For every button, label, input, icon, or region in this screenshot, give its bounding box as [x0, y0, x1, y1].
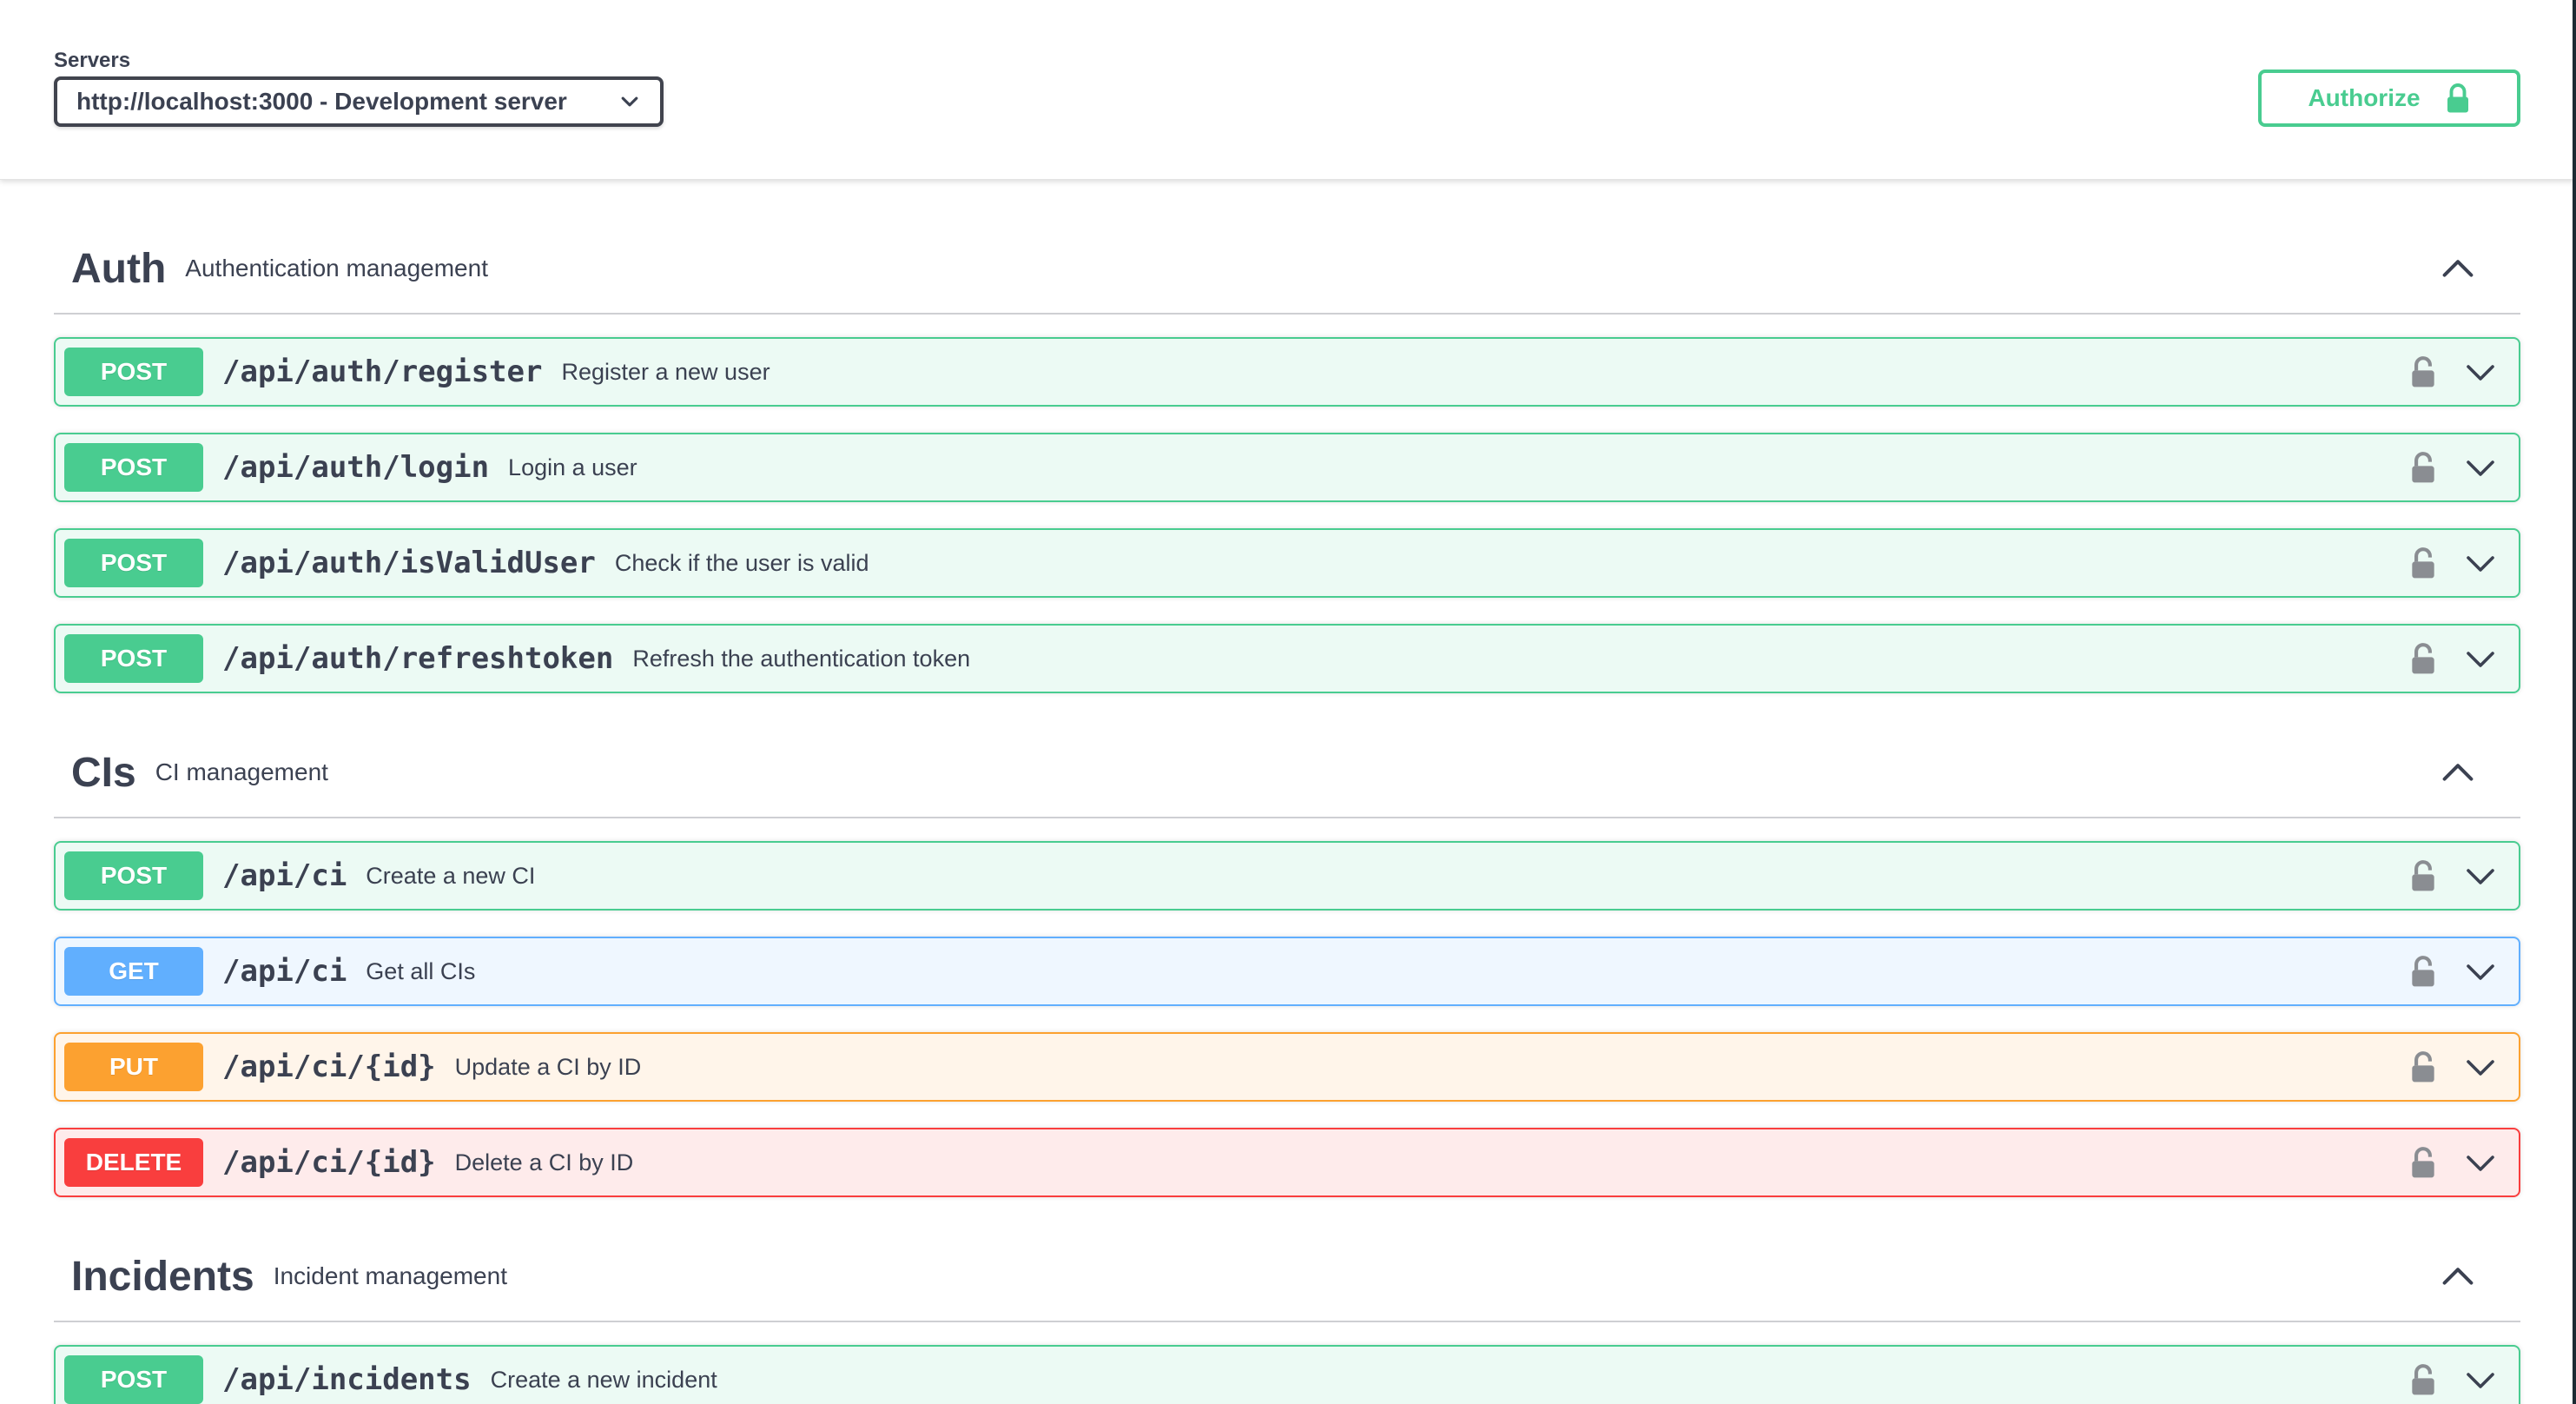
operation-summary: Refresh the authentication token	[632, 645, 971, 672]
operation-path: /api/auth/register	[222, 354, 543, 389]
lock-icon[interactable]	[2409, 546, 2437, 579]
tag-description: CI management	[155, 758, 328, 785]
lock-icon[interactable]	[2409, 1363, 2437, 1396]
chevron-up-icon[interactable]	[2439, 250, 2477, 288]
swagger-page: Servers http://localhost:3000 - Developm…	[0, 0, 2576, 1404]
tag-name: Auth	[71, 245, 167, 292]
operation-path: /api/auth/login	[222, 450, 490, 485]
lock-icon[interactable]	[2409, 642, 2437, 675]
operation-summary: Check if the user is valid	[614, 549, 869, 576]
operation-row[interactable]: POST/api/incidents Create a new incident	[54, 1345, 2520, 1404]
method-badge: POST	[64, 1355, 203, 1404]
lock-icon[interactable]	[2409, 1146, 2437, 1179]
method-badge: POST	[64, 348, 203, 396]
operation-path: /api/incidents	[222, 1362, 472, 1397]
method-badge: POST	[64, 634, 203, 683]
operation-row[interactable]: DELETE/api/ci/{id} Delete a CI by ID	[54, 1128, 2520, 1197]
operation-summary: Create a new incident	[490, 1366, 717, 1393]
operation-path: /api/auth/refreshtoken	[222, 641, 614, 676]
chevron-down-icon	[621, 96, 638, 107]
servers-bar: Servers http://localhost:3000 - Developm…	[0, 0, 2576, 180]
operation-summary: Update a CI by ID	[454, 1053, 642, 1080]
operation-row[interactable]: POST/api/auth/isValidUser Check if the us…	[54, 528, 2520, 598]
method-badge: POST	[64, 443, 203, 492]
operation-summary: Get all CIs	[366, 957, 476, 984]
tag-section-cis[interactable]: CIs CI management	[54, 728, 2520, 818]
method-badge: POST	[64, 539, 203, 587]
chevron-down-icon[interactable]	[2463, 1050, 2498, 1084]
operation-path: /api/ci/{id}	[222, 1145, 436, 1180]
tag-name: CIs	[71, 749, 136, 796]
method-badge: PUT	[64, 1043, 203, 1091]
operation-summary: Register a new user	[561, 358, 770, 385]
tag-description: Authentication management	[185, 255, 488, 281]
method-badge: POST	[64, 851, 203, 900]
operation-row[interactable]: GET/api/ci Get all CIs	[54, 937, 2520, 1006]
tag-description: Incident management	[273, 1262, 507, 1289]
chevron-up-icon[interactable]	[2439, 754, 2477, 792]
servers-label: Servers	[54, 49, 131, 72]
tag-name: Incidents	[71, 1253, 254, 1300]
chevron-down-icon[interactable]	[2463, 641, 2498, 676]
chevron-down-icon[interactable]	[2463, 954, 2498, 989]
authorize-button[interactable]: Authorize	[2258, 70, 2520, 127]
operation-row[interactable]: POST/api/ci Create a new CI	[54, 841, 2520, 911]
chevron-down-icon[interactable]	[2463, 1362, 2498, 1397]
chevron-down-icon[interactable]	[2463, 546, 2498, 580]
operation-row[interactable]: PUT/api/ci/{id} Update a CI by ID	[54, 1032, 2520, 1102]
operation-summary: Create a new CI	[366, 862, 536, 889]
lock-icon[interactable]	[2409, 1050, 2437, 1083]
operation-path: /api/ci	[222, 858, 347, 893]
operation-path: /api/ci/{id}	[222, 1050, 436, 1084]
authorize-label: Authorize	[2308, 84, 2421, 111]
chevron-up-icon[interactable]	[2439, 1258, 2477, 1296]
operation-summary: Delete a CI by ID	[454, 1149, 634, 1176]
lock-icon[interactable]	[2409, 955, 2437, 988]
operation-path: /api/auth/isValidUser	[222, 546, 596, 580]
operation-row[interactable]: POST/api/auth/register Register a new use…	[54, 337, 2520, 407]
lock-icon[interactable]	[2409, 859, 2437, 892]
operation-summary: Login a user	[508, 454, 637, 480]
operation-row[interactable]: POST/api/auth/login Login a user	[54, 433, 2520, 502]
window-edge	[2573, 0, 2576, 1404]
lock-icon	[2447, 83, 2468, 113]
method-badge: DELETE	[64, 1138, 203, 1187]
servers-select-value: http://localhost:3000 - Development serv…	[76, 88, 567, 115]
chevron-down-icon[interactable]	[2463, 354, 2498, 389]
chevron-down-icon[interactable]	[2463, 1145, 2498, 1180]
lock-icon[interactable]	[2409, 451, 2437, 484]
tag-section-auth[interactable]: Auth Authentication management	[54, 224, 2520, 315]
operation-path: /api/ci	[222, 954, 347, 989]
tag-section-incidents[interactable]: Incidents Incident management	[54, 1232, 2520, 1322]
chevron-down-icon[interactable]	[2463, 450, 2498, 485]
operation-row[interactable]: POST/api/auth/refreshtoken Refresh the au…	[54, 624, 2520, 693]
lock-icon[interactable]	[2409, 355, 2437, 388]
chevron-down-icon[interactable]	[2463, 858, 2498, 893]
method-badge: GET	[64, 947, 203, 996]
servers-select[interactable]: http://localhost:3000 - Development serv…	[54, 76, 664, 127]
